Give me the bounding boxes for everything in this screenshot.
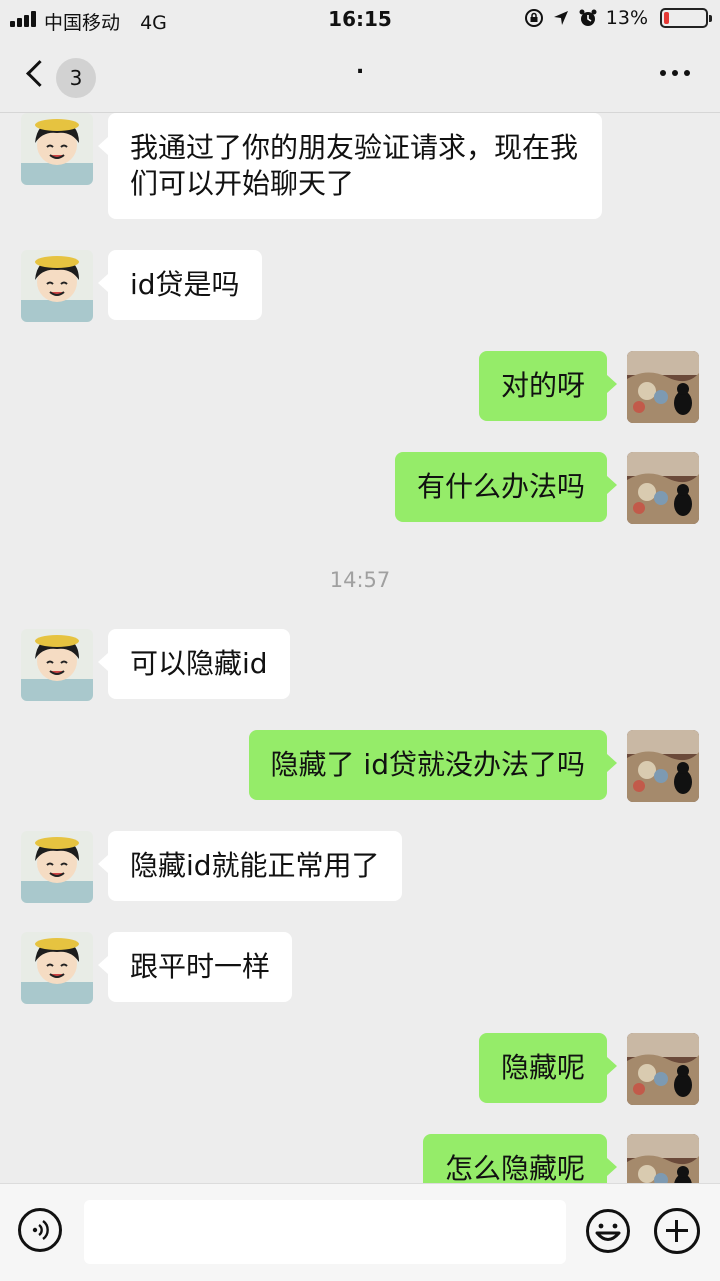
voice-input-button[interactable] [18,1208,62,1252]
contact-avatar[interactable] [21,831,93,903]
more-dot [672,70,678,76]
received-message-bubble[interactable]: 我通过了你的朋友验证请求，现在我们可以开始聊天了 [98,113,602,219]
more-dot [684,70,690,76]
message-input-bar [0,1183,720,1281]
more-dots-icon [660,70,666,76]
message-timestamp: 14:57 [329,568,391,592]
contact-avatar[interactable] [21,250,93,322]
orientation-lock-icon [524,9,543,27]
received-message-bubble[interactable]: 隐藏id就能正常用了 [98,831,402,901]
sent-message-bubble[interactable]: 怎么隐藏呢 [422,1134,618,1183]
sent-message-bubble[interactable]: 有什么办法吗 [394,452,618,522]
received-message-bubble[interactable]: 可以隐藏id [98,629,290,699]
status-bar: 中国移动 4G 16:15 13% [0,0,720,40]
voice-wave-icon [32,1220,49,1240]
more-functions-button[interactable] [654,1208,700,1254]
received-message-bubble[interactable]: id贷是吗 [98,250,262,320]
user-avatar[interactable] [627,351,699,423]
chat-title: . [355,54,365,79]
smiley-face-icon [586,1209,630,1253]
battery-icon [660,8,712,28]
emoji-button[interactable] [585,1208,631,1254]
contact-avatar[interactable] [21,629,93,701]
location-icon [553,11,568,25]
message-text-input[interactable] [84,1200,566,1264]
sent-message-bubble[interactable]: 隐藏呢 [478,1033,618,1103]
more-options-button[interactable] [660,70,690,76]
battery-percentage: 13% [605,7,648,29]
contact-avatar[interactable] [21,113,93,185]
alarm-icon [579,9,597,26]
contact-avatar[interactable] [21,932,93,1004]
user-avatar[interactable] [627,1134,699,1183]
message-list[interactable]: 我通过了你的朋友验证请求，现在我们可以开始聊天了 id贷是吗 对的呀 有什么办法… [0,113,720,1183]
received-message-bubble[interactable]: 跟平时一样 [97,932,293,1002]
user-avatar[interactable] [627,452,699,524]
user-avatar[interactable] [627,730,699,802]
user-avatar[interactable] [627,1033,699,1105]
sent-message-bubble[interactable]: 隐藏了 id贷就没办法了吗 [248,730,618,800]
battery-level [664,12,669,24]
sent-message-bubble[interactable]: 对的呀 [478,351,618,421]
chat-header: 3 . [0,40,720,113]
